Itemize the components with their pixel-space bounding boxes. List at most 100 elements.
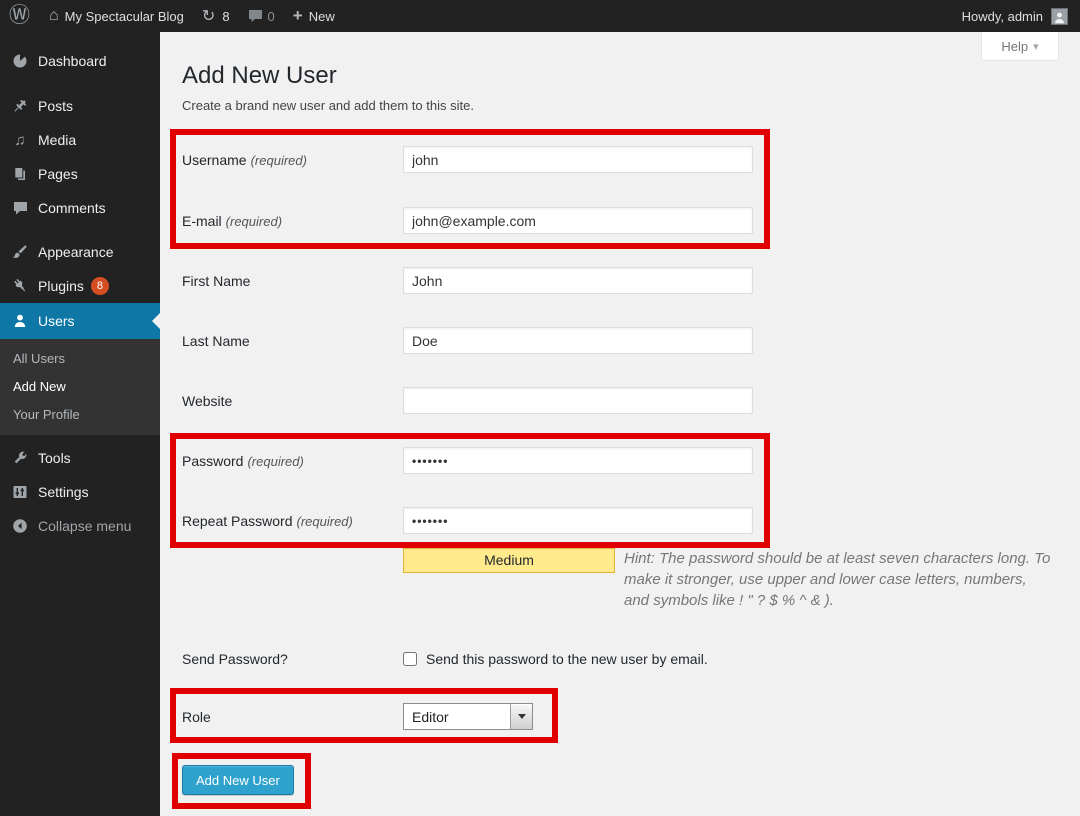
password-label: Password (required) xyxy=(182,453,403,469)
help-button[interactable]: Help ▾ xyxy=(981,32,1059,61)
avatar[interactable] xyxy=(1051,8,1068,25)
sidebar-label: Tools xyxy=(38,450,71,466)
password-row: Password (required) xyxy=(182,447,753,474)
pushpin-icon xyxy=(10,98,30,114)
sidebar-item-dashboard[interactable]: Dashboard xyxy=(0,44,160,78)
submenu-add-new[interactable]: Add New xyxy=(0,373,160,401)
label-text: Send Password? xyxy=(182,651,288,667)
password-hint-text: Hint: The password should be at least se… xyxy=(624,550,1050,609)
password-strength-meter: Medium xyxy=(403,548,615,573)
wrench-icon xyxy=(10,450,30,466)
email-input[interactable] xyxy=(403,207,753,234)
sidebar-label: Media xyxy=(38,132,76,148)
sidebar-label: Plugins xyxy=(38,278,84,294)
home-icon: ⌂ xyxy=(49,7,59,25)
label-text: E-mail xyxy=(182,213,222,229)
send-password-row: Send Password? Send this password to the… xyxy=(182,645,708,672)
label-text: Password xyxy=(182,453,243,469)
required-hint: (required) xyxy=(251,153,307,168)
sidebar-label: Comments xyxy=(38,200,106,216)
page-subtitle: Create a brand new user and add them to … xyxy=(182,98,474,113)
sidebar-item-pages[interactable]: Pages xyxy=(0,157,160,191)
sidebar-item-tools[interactable]: Tools xyxy=(0,441,160,475)
role-select[interactable]: Editor xyxy=(403,703,533,730)
site-name-link[interactable]: ⌂ My Spectacular Blog xyxy=(40,0,193,32)
send-password-label: Send Password? xyxy=(182,651,403,667)
comments-count: 0 xyxy=(268,9,275,24)
chevron-down-icon: ▾ xyxy=(1033,40,1039,53)
plugins-update-badge: 8 xyxy=(91,277,109,295)
label-text: Repeat Password xyxy=(182,513,293,529)
sidebar-item-users[interactable]: Users xyxy=(0,303,160,339)
email-label: E-mail (required) xyxy=(182,213,403,229)
updates-icon: ↻ xyxy=(202,6,215,26)
send-password-checkbox[interactable] xyxy=(403,652,417,666)
sidebar-item-comments[interactable]: Comments xyxy=(0,191,160,225)
updates-count: 8 xyxy=(222,9,229,24)
plus-icon: + xyxy=(293,6,303,26)
sidebar-item-media[interactable]: ♫ Media xyxy=(0,123,160,157)
collapse-menu-button[interactable]: Collapse menu xyxy=(0,509,160,543)
required-hint: (required) xyxy=(247,454,303,469)
menu-separator xyxy=(0,225,160,235)
help-label: Help xyxy=(1001,39,1028,54)
last-name-label: Last Name xyxy=(182,333,403,349)
wordpress-logo-icon[interactable]: Ⓦ xyxy=(0,0,40,32)
sidebar-item-posts[interactable]: Posts xyxy=(0,89,160,123)
new-label: New xyxy=(309,9,335,24)
comments-link[interactable]: 0 xyxy=(239,0,284,32)
username-input[interactable] xyxy=(403,146,753,173)
last-name-input[interactable] xyxy=(403,327,753,354)
username-row: Username (required) xyxy=(182,146,753,173)
submenu-all-users[interactable]: All Users xyxy=(0,345,160,373)
sidebar-item-plugins[interactable]: Plugins 8 xyxy=(0,269,160,303)
main-content: Help ▾ Add New User Create a brand new u… xyxy=(160,32,1080,816)
first-name-label: First Name xyxy=(182,273,403,289)
site-name: My Spectacular Blog xyxy=(65,9,184,24)
pages-icon xyxy=(10,166,30,182)
last-name-row: Last Name xyxy=(182,327,753,354)
sidebar-label: Posts xyxy=(38,98,73,114)
email-row: E-mail (required) xyxy=(182,207,753,234)
howdy-text[interactable]: Howdy, admin xyxy=(962,9,1051,24)
label-text: First Name xyxy=(182,273,250,289)
repeat-password-label: Repeat Password (required) xyxy=(182,513,403,529)
website-input[interactable] xyxy=(403,387,753,414)
sidebar-label: Appearance xyxy=(38,244,114,260)
website-label: Website xyxy=(182,393,403,409)
users-submenu: All Users Add New Your Profile xyxy=(0,339,160,435)
first-name-input[interactable] xyxy=(403,267,753,294)
comment-bubble-icon xyxy=(10,201,30,215)
music-note-icon: ♫ xyxy=(10,132,30,149)
sidebar-label: Dashboard xyxy=(38,53,107,69)
password-input[interactable] xyxy=(403,447,753,474)
new-content-button[interactable]: + New xyxy=(284,0,344,32)
sidebar-label: Collapse menu xyxy=(38,518,131,534)
select-dropdown-button[interactable] xyxy=(510,704,532,729)
required-hint: (required) xyxy=(297,514,353,529)
admin-menu: Dashboard Posts ♫ Media Pages Comments A… xyxy=(0,32,160,816)
sliders-icon xyxy=(10,484,30,500)
required-hint: (required) xyxy=(226,214,282,229)
menu-separator xyxy=(0,78,160,89)
chevron-down-icon xyxy=(518,714,526,723)
collapse-arrow-icon xyxy=(10,518,30,534)
repeat-password-input[interactable] xyxy=(403,507,753,534)
label-text: Last Name xyxy=(182,333,250,349)
sidebar-item-settings[interactable]: Settings xyxy=(0,475,160,509)
role-selected-value: Editor xyxy=(404,709,510,725)
page-title: Add New User xyxy=(182,62,337,90)
add-new-user-button[interactable]: Add New User xyxy=(182,765,294,795)
updates-link[interactable]: ↻ 8 xyxy=(193,0,239,32)
user-icon xyxy=(10,313,30,329)
label-text: Username xyxy=(182,152,247,168)
password-hint-area: Medium Hint: The password should be at l… xyxy=(403,548,1051,611)
label-text: Role xyxy=(182,709,211,725)
admin-bar: Ⓦ ⌂ My Spectacular Blog ↻ 8 0 + New Howd… xyxy=(0,0,1080,32)
username-label: Username (required) xyxy=(182,152,403,168)
sidebar-item-appearance[interactable]: Appearance xyxy=(0,235,160,269)
dashboard-gauge-icon xyxy=(10,53,30,69)
send-password-checkbox-label: Send this password to the new user by em… xyxy=(426,651,708,667)
plug-icon xyxy=(10,278,30,294)
submenu-your-profile[interactable]: Your Profile xyxy=(0,401,160,429)
